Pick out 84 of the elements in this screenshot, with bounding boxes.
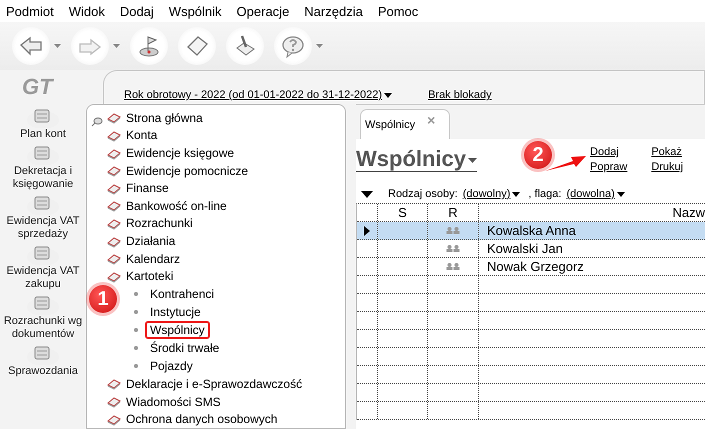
module-label[interactable]: Dekretacja i księgowanie [0, 165, 86, 191]
tree-item[interactable]: Bankowość on-line [107, 197, 302, 215]
page-icon[interactable] [178, 27, 216, 65]
action-link[interactable]: Popraw [590, 160, 628, 174]
help-icon[interactable] [274, 27, 312, 65]
menu-item[interactable]: Dodaj [120, 4, 154, 18]
tree-item[interactable]: Kalendarz [107, 250, 302, 268]
arrow-right-icon[interactable] [71, 27, 109, 65]
tree-item[interactable]: Deklaracje i e-Sprawozdawczość [107, 375, 302, 393]
caret-icon[interactable] [468, 158, 478, 163]
tree-item[interactable]: Finanse [107, 179, 302, 198]
pointer-arrow [543, 153, 587, 173]
page-title[interactable]: Wspólnicy [356, 147, 478, 172]
action-link[interactable]: Drukuj [651, 160, 684, 174]
book-icon [107, 412, 121, 426]
caret-icon[interactable] [384, 92, 392, 98]
caret-icon[interactable] [512, 192, 520, 197]
people-icon [446, 227, 460, 234]
people-icon [446, 245, 460, 252]
filter-dropdown[interactable]: (dowolna) [566, 188, 625, 200]
column-header[interactable]: R [428, 204, 479, 221]
module-label[interactable]: Rozrachunki wg dokumentów [0, 315, 86, 341]
module-label[interactable]: Sprawozdania [8, 365, 78, 378]
column-header[interactable]: Nazw [479, 204, 705, 221]
tree-item[interactable]: Rozrachunki [107, 214, 302, 232]
filter-dropdown[interactable]: (dowolny) [462, 188, 520, 200]
tree-item[interactable]: Środki trwałe [145, 339, 224, 358]
book-icon [107, 216, 121, 230]
book-icon [107, 111, 121, 124]
brush-icon[interactable] [226, 27, 264, 65]
table-row[interactable]: Nowak Grzegorz [357, 258, 705, 276]
book-icon [107, 395, 121, 408]
module-label[interactable]: Plan kont [20, 128, 66, 141]
tree-item[interactable]: Kartoteki [107, 267, 302, 286]
tree-item[interactable]: Ewidencje księgowe [107, 144, 302, 162]
book-icon [107, 164, 121, 178]
menu-item[interactable]: Pomoc [378, 4, 418, 18]
book-icon [107, 128, 121, 142]
book-icon [107, 199, 121, 212]
tree-item[interactable]: Ochrona danych osobowych [107, 410, 302, 428]
table-row[interactable]: Kowalska Anna [357, 222, 705, 240]
callout-badge: 2 [524, 141, 552, 169]
action-link[interactable]: Dodaj [590, 145, 628, 159]
callout-badge: 1 [89, 285, 117, 313]
arrow-left-icon[interactable] [12, 27, 50, 65]
fiscal-year-link[interactable]: Rok obrotowy - 2022 (od 01-01-2022 do 31-12-2022) [124, 89, 392, 101]
tree-item[interactable]: Instytucje [145, 303, 206, 322]
tree-item[interactable]: Pojazdy [145, 357, 198, 376]
menu-item[interactable]: Wspólnik [168, 4, 222, 18]
book-icon [107, 270, 121, 283]
menu-item[interactable]: Operacje [236, 4, 290, 18]
tree-item[interactable]: Wiadomości SMS [107, 392, 302, 410]
filter-label: , flaga: [528, 188, 562, 200]
column-header[interactable]: S [378, 204, 428, 221]
table-cell-text: Kowalska Anna [486, 222, 577, 239]
menu-item[interactable]: Narzędzia [304, 4, 363, 18]
module-label[interactable]: Ewidencja VAT sprzedaży [0, 215, 86, 241]
filter-label: Rodzaj osoby: [388, 188, 458, 200]
tree-item[interactable]: Konta [107, 126, 302, 144]
tree-item[interactable]: Strona główna [107, 109, 302, 127]
logo: GT [22, 74, 53, 100]
table-row[interactable]: Kowalski Jan [357, 240, 705, 258]
tree-item[interactable]: Wspólnicy [145, 321, 210, 340]
lock-status-link[interactable]: Brak blokady [428, 89, 492, 101]
tree-item[interactable]: Kontrahenci [145, 285, 220, 304]
book-icon [107, 377, 121, 390]
book-icon [107, 182, 121, 195]
menu-item[interactable]: Widok [68, 4, 105, 18]
book-icon [107, 234, 121, 248]
table-cell-text: Nowak Grzegorz [486, 258, 585, 275]
book-icon [107, 146, 121, 160]
tree-item[interactable]: Działania [107, 232, 302, 250]
collapse-icon[interactable] [361, 190, 373, 198]
table-cell-text: Kowalski Jan [486, 240, 564, 257]
caret-icon[interactable] [616, 192, 625, 197]
module-label[interactable]: Ewidencja VAT zakupu [0, 265, 86, 291]
tab[interactable]: Wspólnicy × [360, 109, 450, 139]
book-icon [107, 252, 121, 266]
people-icon [446, 263, 460, 270]
row-pointer-icon [364, 226, 370, 236]
flag-icon[interactable] [130, 27, 168, 65]
tree-item[interactable]: Ewidencje pomocnicze [107, 162, 302, 180]
action-link[interactable]: Pokaż [651, 145, 684, 159]
menu-item[interactable]: Podmiot [6, 4, 54, 18]
